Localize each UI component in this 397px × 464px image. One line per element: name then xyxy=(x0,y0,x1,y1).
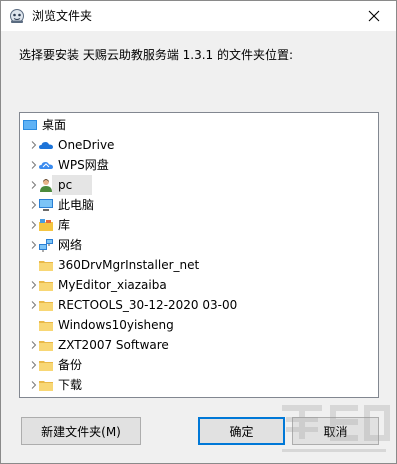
close-button[interactable] xyxy=(352,1,396,31)
instruction-text: 选择要安装 天赐云助教服务端 1.3.1 的文件夹位置: xyxy=(19,48,294,62)
desktop-icon xyxy=(23,120,37,130)
tree-item[interactable]: ZXT2007 Software xyxy=(20,335,378,355)
tree-item[interactable]: 库 xyxy=(20,215,378,235)
tree-item[interactable]: 360DrvMgrInstaller_net xyxy=(20,255,378,275)
tree-item-label: 桌面 xyxy=(42,118,67,132)
app-icon xyxy=(10,9,24,23)
tree-item-label: 下载 xyxy=(58,378,83,392)
folder-icon xyxy=(39,281,53,291)
tree-item-label: WPS网盘 xyxy=(58,158,109,172)
library-icon xyxy=(39,219,53,231)
close-icon xyxy=(368,10,380,22)
tree-item[interactable]: 备份 xyxy=(20,355,378,375)
folder-icon xyxy=(39,381,53,391)
tree-item[interactable]: 桌面 xyxy=(20,115,378,135)
tree-item-label: OneDrive xyxy=(58,138,115,152)
browse-folder-dialog: 浏览文件夹 选择要安装 天赐云助教服务端 1.3.1 的文件夹位置: 桌面 One… xyxy=(0,0,397,464)
tree-item-label: RECTOOLS_30-12-2020 03-00 xyxy=(58,298,238,312)
computer-icon xyxy=(39,199,53,211)
tree-item-label: pc xyxy=(58,178,73,192)
tree-item[interactable]: MyEditor_xiazaiba xyxy=(20,275,378,295)
window-title: 浏览文件夹 xyxy=(32,9,93,23)
title-bar[interactable]: 浏览文件夹 xyxy=(1,1,396,31)
tree-item[interactable]: 下载 xyxy=(20,375,378,395)
folder-icon xyxy=(39,301,53,311)
folder-tree[interactable]: 桌面 OneDrive WPS网盘 pc 此电脑库网络 360DrvMgrInstalle… xyxy=(19,112,379,398)
tree-item[interactable]: 此电脑 xyxy=(20,195,378,215)
tree-item[interactable]: WPS网盘 xyxy=(20,155,378,175)
onedrive-cloud-icon xyxy=(39,142,53,149)
tree-item-label: 网络 xyxy=(58,238,83,252)
tree-item[interactable]: Windows10yisheng xyxy=(20,315,378,335)
watermark-logo xyxy=(282,405,390,452)
wps-cloud-icon xyxy=(39,162,53,169)
folder-icon xyxy=(39,341,53,351)
folder-icon xyxy=(39,361,53,371)
tree-item-label: 备份 xyxy=(58,358,83,372)
tree-item-label: Windows10yisheng xyxy=(58,318,174,332)
tree-item-label: 库 xyxy=(58,218,71,232)
tree-item-label: 360DrvMgrInstaller_net xyxy=(58,258,200,272)
tree-item[interactable]: RECTOOLS_30-12-2020 03-00 xyxy=(20,295,378,315)
tree-item-label: MyEditor_xiazaiba xyxy=(58,278,167,292)
folder-icon xyxy=(39,321,53,331)
user-icon xyxy=(40,179,52,192)
tree-item-label: 此电脑 xyxy=(58,198,95,212)
ok-button[interactable]: 确定 xyxy=(198,417,285,445)
folder-icon xyxy=(39,261,53,271)
network-icon xyxy=(39,239,53,252)
tree-item[interactable]: pc xyxy=(20,175,378,195)
new-folder-button[interactable]: 新建文件夹(M) xyxy=(21,417,141,445)
tree-item[interactable]: OneDrive xyxy=(20,135,378,155)
tree-item-label: ZXT2007 Software xyxy=(58,338,169,352)
tree-item[interactable]: 网络 xyxy=(20,235,378,255)
